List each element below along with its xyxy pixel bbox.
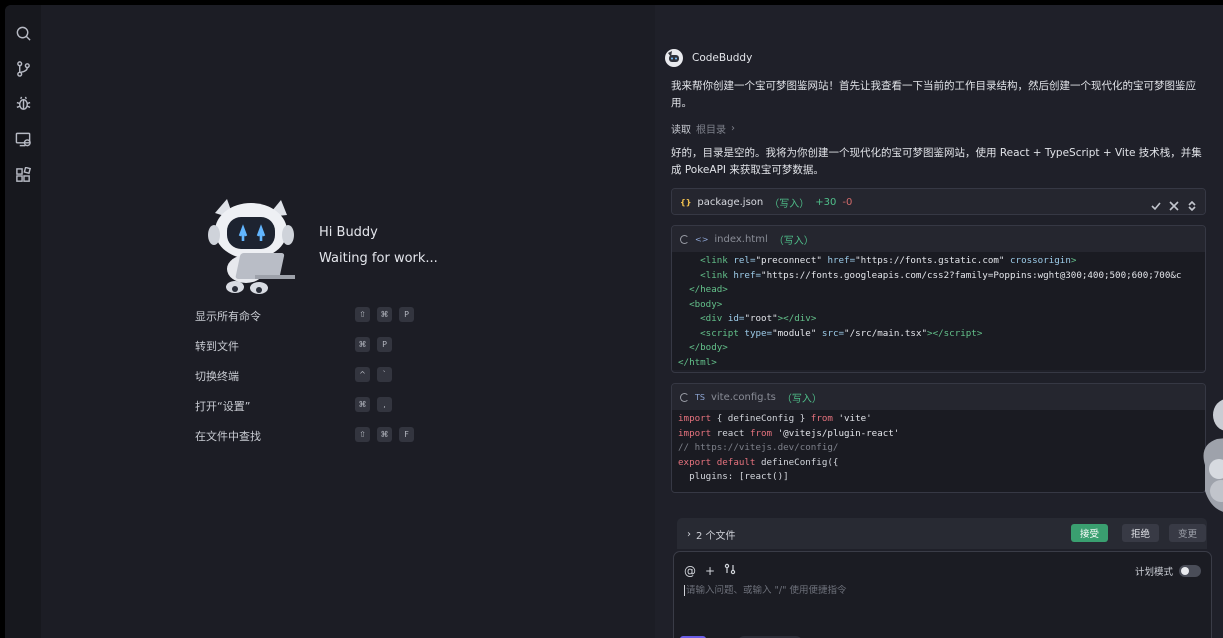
lines-added: +30 — [815, 196, 837, 208]
extensions-icon[interactable] — [14, 166, 32, 184]
command-find-in-files[interactable]: 在文件中查找 ⇧ ⌘ F — [195, 427, 435, 443]
plan-mode-toggle[interactable] — [1179, 565, 1201, 577]
code-preview-vite-config: import { defineConfig } from 'vite' impo… — [672, 410, 1205, 492]
read-directory-step[interactable]: 读取 根目录 › — [671, 121, 735, 136]
file-tag: （写入） — [769, 198, 810, 210]
json-file-icon: {} — [680, 197, 692, 207]
shortcut-key: ⌘ — [355, 397, 370, 412]
file-name: vite.config.ts — [710, 391, 776, 403]
input-toolbar: @ + — [684, 563, 736, 578]
file-card-package-json[interactable]: {} package.json （写入） +30 -0 — [671, 188, 1206, 215]
rules-icon[interactable] — [724, 563, 736, 578]
file-name: index.html — [714, 233, 768, 245]
add-context-icon[interactable]: + — [705, 564, 715, 578]
chevron-right-icon: › — [731, 123, 735, 134]
command-label: 转到文件 — [195, 340, 239, 353]
changes-count: 2 个文件 — [696, 531, 736, 542]
file-tag: （写入） — [781, 393, 822, 405]
search-icon[interactable] — [14, 24, 32, 42]
shortcut-key: ` — [377, 367, 392, 382]
shortcut-key: F — [399, 427, 414, 442]
source-control-icon[interactable] — [14, 59, 32, 77]
file-card-header: TS vite.config.ts （写入） — [672, 384, 1205, 410]
buddy-robot-illustration — [208, 199, 295, 294]
accept-button[interactable]: 接受 — [1071, 524, 1109, 542]
shortcut-key: ⇧ — [355, 427, 370, 442]
shortcut-key: ⇧ — [355, 307, 370, 322]
command-label: 在文件中查找 — [195, 430, 261, 443]
shortcut-key: ⌘ — [355, 337, 370, 352]
command-open-settings[interactable]: 打开“设置” ⌘ , — [195, 397, 435, 413]
html-file-icon: <> — [695, 234, 709, 244]
activity-bar — [5, 5, 41, 638]
command-label: 切换终端 — [195, 370, 239, 383]
remote-explorer-icon[interactable] — [14, 130, 32, 148]
file-card-vite-config[interactable]: TS vite.config.ts （写入） import { defineCo… — [671, 383, 1206, 493]
loading-spinner-icon — [680, 392, 689, 402]
shortcut-key: P — [399, 307, 414, 322]
chevron-right-icon: › — [687, 529, 691, 540]
command-label: 打开“设置” — [195, 400, 251, 413]
welcome-panel: Hi Buddy Waiting for work... 显示所有命令 ⇧ ⌘ … — [41, 5, 655, 638]
expand-collapse-icon[interactable] — [1187, 196, 1197, 214]
welcome-greeting: Hi Buddy — [319, 225, 378, 240]
changes-toggle[interactable]: › 2 个文件 — [687, 527, 736, 542]
pending-changes-bar: › 2 个文件 接受 拒绝 变更 — [677, 518, 1207, 549]
shortcut-key: , — [377, 397, 392, 412]
chat-input-field[interactable] — [684, 585, 1184, 596]
shortcut-key: P — [377, 337, 392, 352]
reject-button[interactable]: 拒绝 — [1122, 524, 1160, 542]
file-tag: （写入） — [773, 235, 814, 247]
chat-input-box: @ + 计划模式 — [673, 551, 1212, 638]
mascot-peek-illustration — [1203, 399, 1223, 512]
assistant-message-intro: 我来帮你创建一个宝可梦图鉴网站！首先让我查看一下当前的工作目录结构，然后创建一个… — [671, 80, 1196, 109]
debug-icon[interactable] — [14, 94, 32, 112]
mention-icon[interactable]: @ — [684, 564, 696, 578]
codebuddy-avatar — [665, 49, 683, 67]
typescript-file-icon: TS — [695, 392, 705, 402]
file-card-header: {} package.json （写入） +30 -0 — [672, 189, 1205, 214]
bot-name: CodeBuddy — [692, 52, 753, 64]
lines-removed: -0 — [842, 196, 853, 208]
loading-spinner-icon — [680, 234, 689, 244]
read-target-label: 根目录 — [696, 125, 726, 136]
read-action-label: 读取 — [671, 125, 691, 136]
file-card-index-html[interactable]: <> index.html （写入） <link rel="preconnect… — [671, 225, 1206, 373]
welcome-status: Waiting for work... — [319, 251, 438, 266]
command-go-to-file[interactable]: 转到文件 ⌘ P — [195, 337, 435, 353]
command-label: 显示所有命令 — [195, 310, 261, 323]
shortcut-key: ⌘ — [377, 307, 392, 322]
reject-file-icon[interactable] — [1169, 196, 1179, 214]
plan-mode-control: 计划模式 — [1135, 564, 1201, 578]
file-card-header: <> index.html （写入） — [672, 226, 1205, 252]
code-preview-index-html: <link rel="preconnect" href="https://fon… — [672, 252, 1205, 370]
accept-file-icon[interactable] — [1151, 196, 1161, 214]
ide-window: Hi Buddy Waiting for work... 显示所有命令 ⇧ ⌘ … — [5, 5, 1223, 638]
shortcut-key: ^ — [355, 367, 370, 382]
codebuddy-chat-panel: CodeBuddy 我来帮你创建一个宝可梦图鉴网站！首先让我查看一下当前的工作目… — [655, 5, 1223, 638]
shortcut-key: ⌘ — [377, 427, 392, 442]
plan-mode-label: 计划模式 — [1134, 567, 1173, 578]
file-name: package.json — [697, 196, 764, 208]
command-toggle-terminal[interactable]: 切换终端 ^ ` — [195, 367, 435, 383]
assistant-message-plan: 好的，目录是空的。我将为你创建一个现代化的宝可梦图鉴网站，使用 React + … — [671, 147, 1202, 176]
command-show-all[interactable]: 显示所有命令 ⇧ ⌘ P — [195, 307, 435, 323]
